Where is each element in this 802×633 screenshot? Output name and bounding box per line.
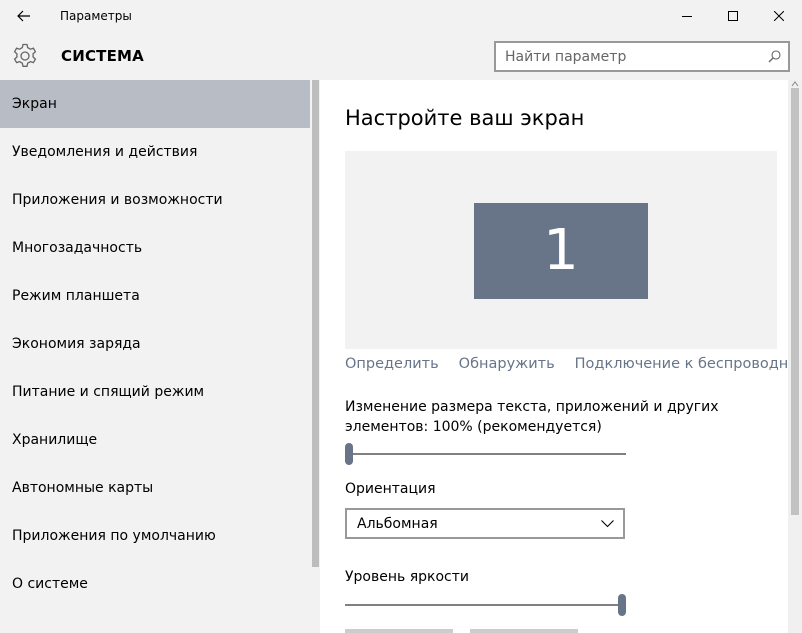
display-number: 1 bbox=[543, 218, 579, 283]
sidebar-item-battery-saver[interactable]: Экономия заряда bbox=[0, 320, 310, 368]
sidebar-item-label: Приложения по умолчанию bbox=[12, 528, 216, 544]
search-box[interactable] bbox=[494, 41, 790, 72]
bottom-button-peek[interactable] bbox=[470, 629, 578, 633]
scale-slider[interactable] bbox=[345, 442, 626, 466]
brightness-label: Уровень яркости bbox=[345, 569, 469, 585]
back-arrow-icon bbox=[17, 10, 30, 22]
search-input[interactable] bbox=[496, 43, 760, 70]
minimize-button[interactable] bbox=[664, 0, 710, 32]
minimize-icon bbox=[682, 16, 692, 17]
back-button[interactable] bbox=[0, 0, 48, 32]
brightness-slider-track[interactable] bbox=[345, 604, 626, 606]
main-scrollbar[interactable] bbox=[788, 80, 802, 633]
display-tile[interactable]: 1 bbox=[474, 203, 648, 299]
sidebar-item-screen[interactable]: Экран bbox=[0, 80, 310, 128]
sidebar-item-notifications[interactable]: Уведомления и действия bbox=[0, 128, 310, 176]
main-scrollbar-thumb[interactable] bbox=[791, 88, 799, 515]
scale-slider-track[interactable] bbox=[345, 453, 626, 455]
scroll-up-icon[interactable] bbox=[791, 80, 799, 88]
title-bar: Параметры bbox=[0, 0, 802, 32]
chevron-down-icon bbox=[601, 519, 614, 527]
sidebar-nav: Экран Уведомления и действия Приложения … bbox=[0, 80, 310, 633]
page-title: Настройте ваш экран bbox=[345, 106, 585, 130]
brightness-slider[interactable] bbox=[345, 593, 626, 617]
sidebar-item-default-apps[interactable]: Приложения по умолчанию bbox=[0, 512, 310, 560]
detect-link[interactable]: Обнаружить bbox=[459, 356, 555, 372]
sidebar-item-apps-features[interactable]: Приложения и возможности bbox=[0, 176, 310, 224]
connect-wireless-link[interactable]: Подключение к беспроводному bbox=[575, 356, 788, 372]
orientation-label: Ориентация bbox=[345, 481, 436, 497]
maximize-icon bbox=[728, 11, 738, 21]
sidebar-item-label: Уведомления и действия bbox=[12, 144, 198, 160]
window-title: Параметры bbox=[60, 9, 132, 23]
maximize-button[interactable] bbox=[710, 0, 756, 32]
sidebar-item-label: Питание и спящий режим bbox=[12, 384, 205, 400]
sidebar-item-storage[interactable]: Хранилище bbox=[0, 416, 310, 464]
sidebar-scrollbar[interactable] bbox=[310, 80, 320, 633]
scale-slider-handle[interactable] bbox=[345, 443, 353, 465]
identify-link[interactable]: Определить bbox=[345, 356, 439, 372]
scale-label: Изменение размера текста, приложений и д… bbox=[345, 399, 719, 435]
main-content: Настройте ваш экран 1 Определить Обнаруж… bbox=[320, 80, 788, 633]
sidebar-item-label: Хранилище bbox=[12, 432, 98, 448]
sidebar-item-label: Экран bbox=[12, 96, 57, 112]
sidebar-item-label: Режим планшета bbox=[12, 288, 140, 304]
sidebar-item-label: Экономия заряда bbox=[12, 336, 141, 352]
sidebar-item-multitasking[interactable]: Многозадачность bbox=[0, 224, 310, 272]
gear-icon bbox=[1, 32, 49, 80]
orientation-value: Альбомная bbox=[357, 515, 438, 532]
close-icon bbox=[774, 11, 784, 21]
section-title: СИСТЕМА bbox=[61, 47, 144, 65]
sidebar-scrollbar-thumb[interactable] bbox=[312, 80, 319, 567]
search-icon[interactable] bbox=[760, 43, 788, 70]
sidebar-item-about[interactable]: О системе bbox=[0, 560, 310, 608]
sidebar-item-tablet-mode[interactable]: Режим планшета bbox=[0, 272, 310, 320]
brightness-slider-handle[interactable] bbox=[618, 594, 626, 616]
display-links: Определить Обнаружить Подключение к бесп… bbox=[345, 356, 788, 372]
sidebar-item-label: Автономные карты bbox=[12, 480, 154, 496]
close-button[interactable] bbox=[756, 0, 802, 32]
bottom-button-peek[interactable] bbox=[345, 629, 453, 633]
sidebar-item-power-sleep[interactable]: Питание и спящий режим bbox=[0, 368, 310, 416]
sidebar-item-label: Приложения и возможности bbox=[12, 192, 223, 208]
orientation-select[interactable]: Альбомная bbox=[345, 508, 625, 539]
sidebar-item-label: О системе bbox=[12, 576, 88, 592]
sidebar-item-offline-maps[interactable]: Автономные карты bbox=[0, 464, 310, 512]
sidebar-item-label: Многозадачность bbox=[12, 240, 143, 256]
display-arrangement-area: 1 bbox=[345, 151, 777, 349]
window-controls bbox=[664, 0, 802, 32]
